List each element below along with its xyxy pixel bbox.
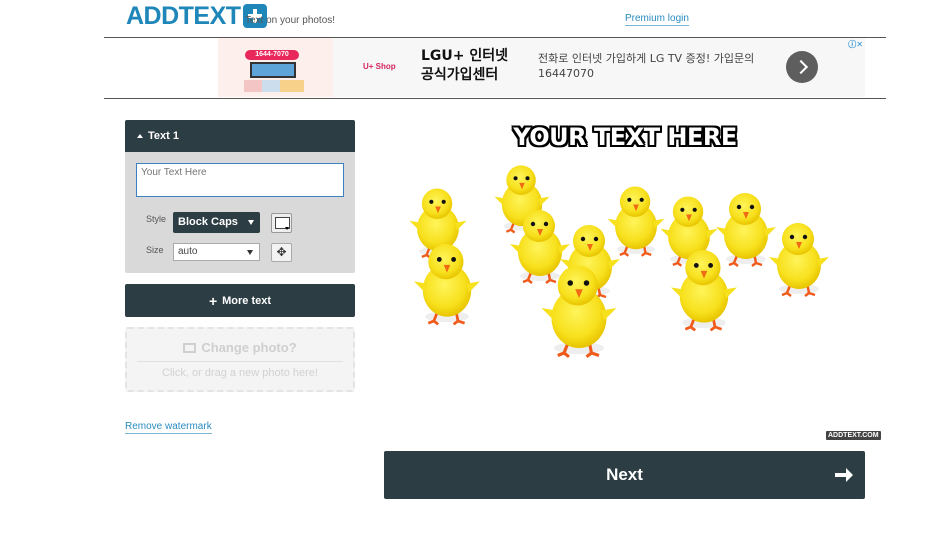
- size-select-value: auto: [178, 246, 198, 257]
- ad-body: 전화로 인터넷 가입하게 LG TV 증정! 가입문의 16447070: [538, 52, 755, 80]
- style-select-value: Block Caps: [178, 216, 238, 228]
- size-select[interactable]: auto: [173, 243, 260, 261]
- tagline: Text on your photos!: [245, 15, 336, 26]
- move-button[interactable]: ✥: [271, 243, 292, 262]
- arrow-right-icon: [835, 468, 853, 482]
- size-label: Size: [146, 245, 164, 255]
- text-panel-title: Text 1: [148, 130, 179, 142]
- ad-brand: U+ Shop: [363, 62, 396, 71]
- more-text-label: More text: [222, 294, 272, 307]
- watermark-badge: ADDTEXT.COM: [826, 431, 881, 440]
- overlay-text[interactable]: YOUR TEXT HERE: [384, 123, 866, 151]
- change-photo-dropzone[interactable]: Change photo? Click, or drag a new photo…: [125, 327, 355, 392]
- chevron-down-icon: [247, 250, 253, 255]
- ad-title: LGU+ 인터넷 공식가입센터: [421, 48, 509, 83]
- chicks-photo: [409, 165, 829, 358]
- text-panel: Text 1 Style Block Caps Size auto ✥: [125, 120, 355, 273]
- ad-banner[interactable]: 1644-7070 U+ Shop LGU+ 인터넷 공식가입센터 전화로 인터…: [218, 38, 865, 97]
- next-label: Next: [606, 465, 643, 484]
- ad-next-arrow-icon[interactable]: [786, 51, 818, 83]
- ad-info-close-icon[interactable]: ⓘ✕: [848, 39, 863, 50]
- style-label: Style: [146, 214, 167, 224]
- collapse-caret-icon: [137, 134, 143, 138]
- change-photo-divider: [137, 361, 343, 362]
- more-text-button[interactable]: + More text: [125, 284, 355, 317]
- text-input[interactable]: [136, 163, 344, 197]
- style-select[interactable]: Block Caps: [173, 212, 260, 233]
- move-arrows-icon: ✥: [276, 245, 287, 259]
- divider-bottom: [104, 98, 886, 99]
- photo-canvas[interactable]: YOUR TEXT HERE: [384, 115, 866, 415]
- change-photo-title-row: Change photo?: [127, 340, 353, 355]
- text-panel-header[interactable]: Text 1: [125, 120, 355, 152]
- chick: [716, 193, 776, 267]
- plus-icon: +: [208, 292, 218, 309]
- change-photo-subtitle: Click, or drag a new photo here!: [162, 367, 318, 379]
- ad-thumb-phone: 1644-7070: [245, 50, 299, 60]
- next-button[interactable]: Next: [384, 451, 865, 499]
- tv-image: [250, 62, 296, 78]
- change-photo-title: Change photo?: [201, 340, 297, 355]
- product-boxes-image: [244, 80, 304, 92]
- ad-thumbnail: 1644-7070: [218, 38, 333, 97]
- chick: [607, 186, 665, 257]
- logo-text: ADDTEXT: [126, 2, 241, 30]
- remove-watermark-link[interactable]: Remove watermark: [125, 420, 212, 434]
- premium-login-link[interactable]: Premium login: [625, 12, 689, 26]
- chick: [769, 223, 829, 297]
- image-icon: [183, 343, 197, 353]
- chevron-down-icon: [248, 220, 254, 225]
- color-picker-button[interactable]: [271, 213, 292, 233]
